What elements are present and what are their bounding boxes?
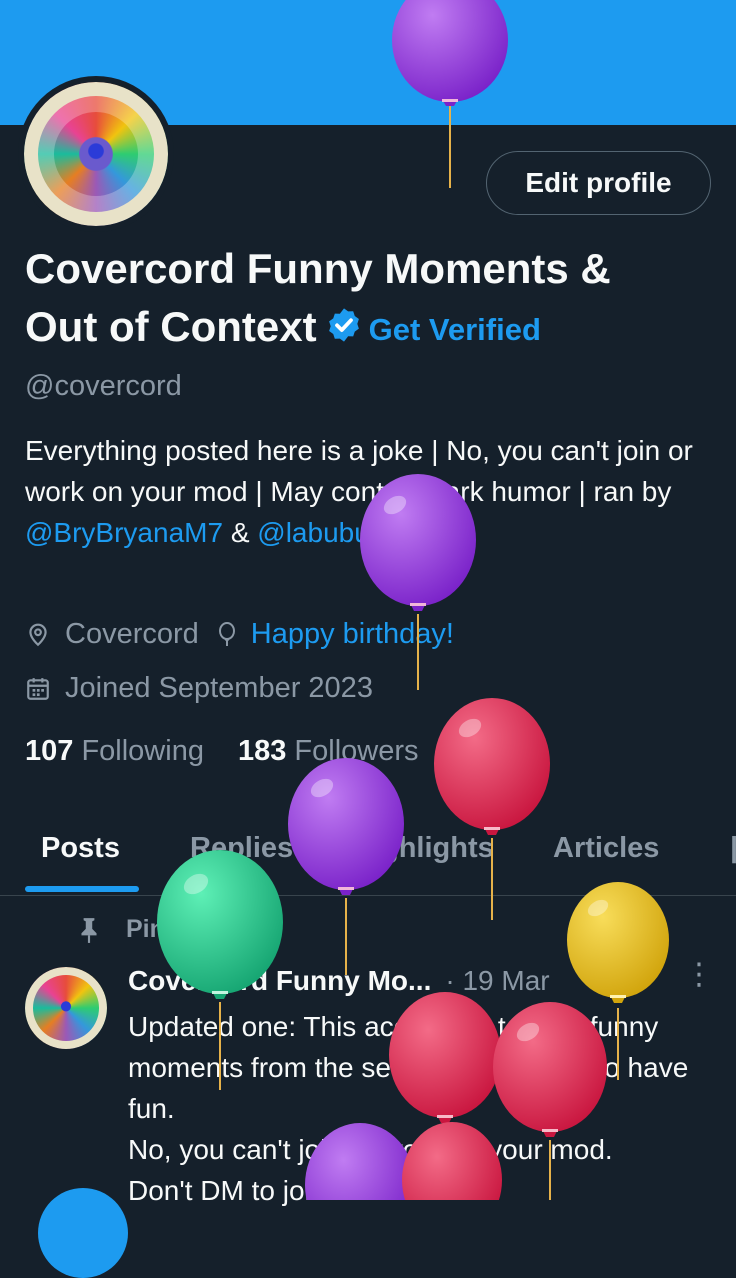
followers-link[interactable]: 183 Followers [238,735,419,768]
post-date[interactable]: · 19 Mar [445,965,549,997]
verified-badge-icon [325,301,363,359]
birthday-text[interactable]: Happy birthday! [251,618,454,651]
tab-highlights[interactable]: Highlights [352,832,494,865]
post-body: Updated one: This account is to post fun… [128,1011,689,1206]
tab-posts[interactable]: Posts [41,832,120,865]
location-pin-icon [29,623,47,646]
bio-mention-link[interactable]: @BryBryanaM7 [25,517,223,548]
bio-mention-link[interactable]: @labubusfrotting [257,517,469,548]
profile-tabs: Posts Replies Highlights Articles | [0,820,736,896]
joined-text: Joined September 2023 [65,672,373,704]
following-count: 107 [25,735,74,767]
calendar-icon [27,677,49,700]
display-name-line2-text: Out of Context [25,303,317,350]
profile-bio: Everything posted here is a joke | No, y… [25,430,715,553]
pinned-indicator: Pinned [76,915,209,944]
birthday-item[interactable]: Happy birthday! [215,618,454,651]
edit-profile-button[interactable]: Edit profile [486,151,711,215]
tab-overflow-peek[interactable]: | [730,832,736,865]
display-name-line1: Covercord Funny Moments & [25,245,611,292]
followers-count: 183 [237,735,287,767]
bio-text-1: Everything posted here is a joke | No, y… [25,435,693,507]
profile-avatar[interactable] [18,76,174,232]
tab-replies[interactable]: Replies [190,832,293,865]
profile-stats: 107 Following 183 Followers [25,735,419,768]
display-name-line2: Out of Context Get Verified [25,298,725,359]
followers-label: Followers [294,735,419,767]
post-header: Covercord Funny Mo... · 19 Mar [128,965,550,997]
compose-button-peek[interactable] [38,1188,128,1278]
profile-display-name: Covercord Funny Moments & Out of Context… [25,240,725,359]
following-label: Following [81,735,204,767]
active-tab-indicator [25,886,139,892]
following-link[interactable]: 107 Following [25,735,204,768]
post-author-name[interactable]: Covercord Funny Mo... [128,965,431,997]
tab-articles[interactable]: Articles [553,832,659,865]
profile-meta-joined: Joined September 2023 [25,672,373,705]
more-icon[interactable]: ⋮ [684,960,714,990]
post-author-avatar[interactable] [25,967,107,1049]
bio-text-2: & [223,517,258,548]
balloon-icon [218,621,235,646]
location-text: Covercord [65,618,199,650]
pinned-label: Pinned [126,915,210,943]
avatar-image [24,82,168,226]
profile-meta-location: Covercord Happy birthday! [25,618,454,651]
profile-handle: @covercord [25,370,182,402]
get-verified-link[interactable]: Get Verified [369,312,541,347]
pin-icon [81,917,97,943]
